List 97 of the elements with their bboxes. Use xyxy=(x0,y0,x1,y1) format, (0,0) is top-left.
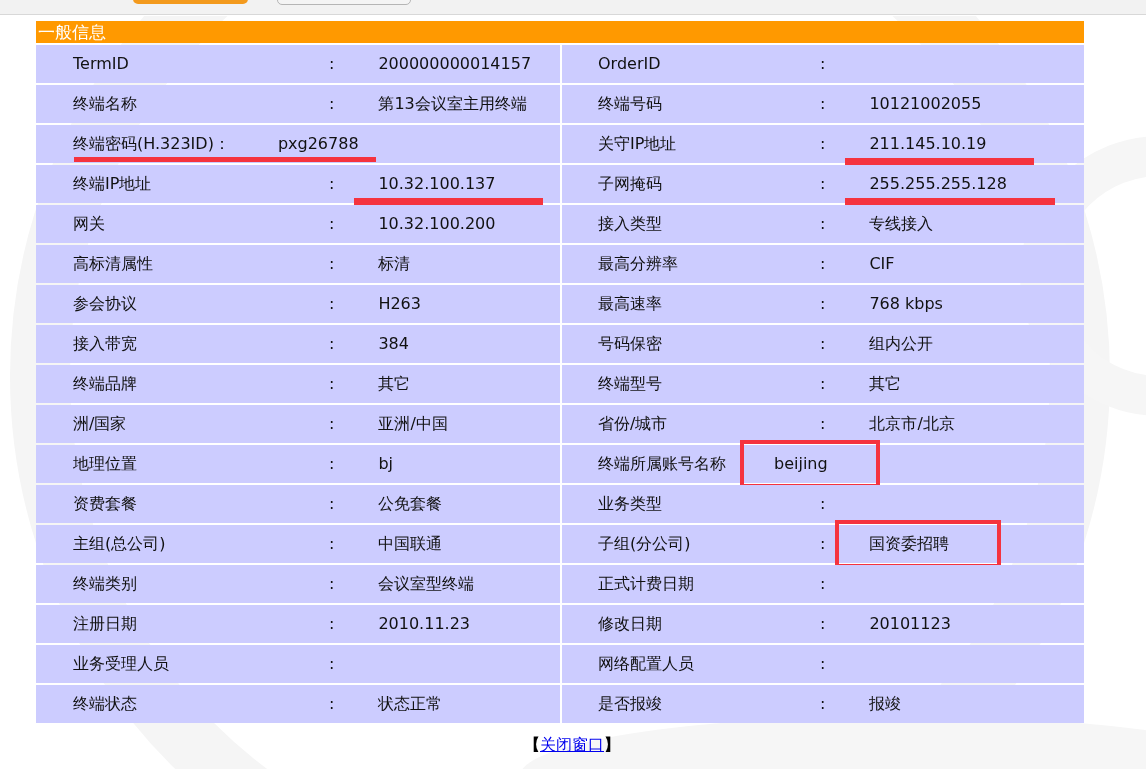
colon: : xyxy=(820,133,826,155)
colon: : xyxy=(820,53,826,75)
colon: : xyxy=(820,573,826,595)
colon: : xyxy=(820,613,826,635)
field-value: 768 kbps xyxy=(869,293,943,315)
colon: : xyxy=(329,653,335,675)
field-value: 384 xyxy=(378,333,409,355)
field-value: 10.32.100.137 xyxy=(378,172,496,196)
field-value: 255.255.255.128 xyxy=(869,172,1007,196)
colon: : xyxy=(820,93,826,115)
colon: : xyxy=(820,333,826,355)
field-label: 子组(分公司) xyxy=(598,533,691,555)
field-value: 组内公开 xyxy=(869,333,934,355)
field-label: 省份/城市 xyxy=(598,413,668,435)
section-title: 一般信息 xyxy=(37,23,106,41)
colon: : xyxy=(820,413,826,435)
field-value: 中国联通 xyxy=(378,533,443,555)
field-label: 终端名称 xyxy=(73,93,137,115)
field-value: 报竣 xyxy=(869,693,902,715)
colon: : xyxy=(329,93,335,115)
field-value: 北京市/北京 xyxy=(869,413,955,435)
colon: : xyxy=(820,533,826,555)
colon: : xyxy=(329,453,335,475)
field-label: 终端号码 xyxy=(598,93,662,115)
bracket: 【 xyxy=(524,734,540,756)
colon: : xyxy=(820,173,826,195)
colon: : xyxy=(820,253,826,275)
field-value: H263 xyxy=(378,293,421,315)
field-label: 修改日期 xyxy=(598,613,662,635)
field-label: 注册日期 xyxy=(73,613,137,635)
field-label: 参会协议 xyxy=(73,293,137,315)
colon: : xyxy=(329,53,335,75)
colon: : xyxy=(820,373,826,395)
colon: : xyxy=(329,373,335,395)
colon: : xyxy=(820,693,826,715)
colon: : xyxy=(820,213,826,235)
field-value: pxg26788 xyxy=(277,133,359,155)
colon: : xyxy=(820,653,826,675)
field-label: 接入类型 xyxy=(598,213,662,235)
field-value: 标清 xyxy=(378,253,411,275)
field-label: 是否报竣 xyxy=(598,693,662,715)
colon: : xyxy=(329,413,335,435)
field-label: 主组(总公司) xyxy=(73,533,166,555)
field-label: 终端密码(H.323ID)： xyxy=(73,133,230,155)
field-value: 2010.11.23 xyxy=(378,613,470,635)
field-label: 最高分辨率 xyxy=(598,253,678,275)
field-value: bj xyxy=(378,453,393,475)
close-window-link[interactable]: 关闭窗口 xyxy=(540,733,604,757)
colon: : xyxy=(820,493,826,515)
field-value: 公免套餐 xyxy=(378,493,443,515)
field-label: 终端类别 xyxy=(73,573,137,595)
field-label: 关守IP地址 xyxy=(598,133,677,155)
field-value: 第13会议室主用终端 xyxy=(378,93,527,115)
field-label: 号码保密 xyxy=(598,333,662,355)
colon: : xyxy=(329,493,335,515)
field-label: 正式计费日期 xyxy=(598,573,694,595)
colon: : xyxy=(329,333,335,355)
colon: : xyxy=(329,213,335,235)
bracket: 】 xyxy=(604,734,620,756)
field-label: 终端IP地址 xyxy=(73,173,152,195)
field-label: 最高速率 xyxy=(598,293,662,315)
field-value: 200000000014157 xyxy=(378,53,532,75)
field-label: 高标清属性 xyxy=(73,253,153,275)
colon: : xyxy=(329,533,335,555)
field-label: 网关 xyxy=(73,213,105,235)
field-value: 10121002055 xyxy=(869,93,982,115)
field-label: OrderID xyxy=(598,53,661,75)
field-label: 地理位置 xyxy=(73,453,137,475)
field-value: 211.145.10.19 xyxy=(869,132,987,156)
field-label: 终端品牌 xyxy=(73,373,137,395)
field-label: 接入带宽 xyxy=(73,333,137,355)
field-label: 洲/国家 xyxy=(73,413,127,435)
field-value: 会议室型终端 xyxy=(378,573,475,595)
field-label: 终端状态 xyxy=(73,693,137,715)
field-value: CIF xyxy=(869,253,895,275)
field-label: 终端所属账号名称 xyxy=(598,453,726,475)
colon: : xyxy=(329,613,335,635)
field-value: 亚洲/中国 xyxy=(378,413,448,435)
field-value: 20101123 xyxy=(869,613,951,635)
colon: : xyxy=(329,693,335,715)
field-value: 其它 xyxy=(869,373,902,395)
colon: : xyxy=(329,173,335,195)
field-label: 子网掩码 xyxy=(598,173,662,195)
field-value: 其它 xyxy=(378,373,411,395)
field-value: 专线接入 xyxy=(869,213,934,235)
field-label: 网络配置人员 xyxy=(598,653,694,675)
field-label: 业务类型 xyxy=(598,493,662,515)
field-value: 10.32.100.200 xyxy=(378,213,496,235)
field-label: 终端型号 xyxy=(598,373,662,395)
colon: : xyxy=(329,293,335,315)
field-value: 状态正常 xyxy=(378,693,443,715)
field-label: 业务受理人员 xyxy=(73,653,169,675)
colon: : xyxy=(329,253,335,275)
field-label: 资费套餐 xyxy=(73,493,137,515)
colon: : xyxy=(820,293,826,315)
field-label: TermID xyxy=(73,53,129,75)
colon: : xyxy=(329,573,335,595)
